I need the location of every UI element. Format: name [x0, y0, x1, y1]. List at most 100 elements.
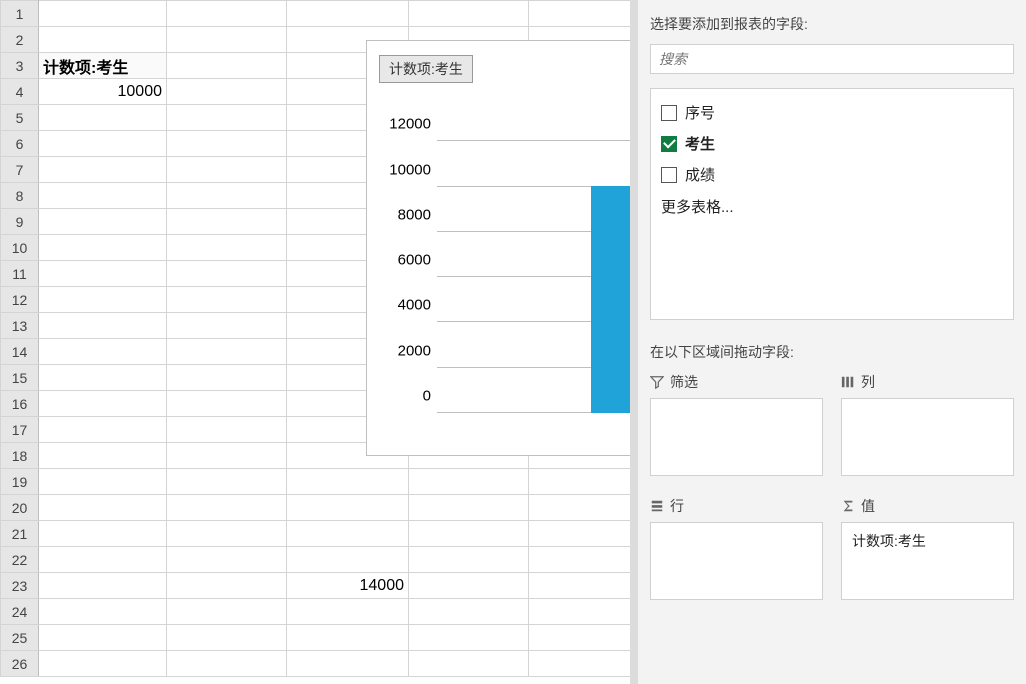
cell[interactable] — [287, 495, 409, 521]
area-values[interactable]: 值 计数项:考生 — [841, 496, 1014, 600]
cell[interactable] — [39, 599, 167, 625]
cell[interactable] — [167, 599, 287, 625]
cell[interactable] — [39, 261, 167, 287]
row-header[interactable]: 23 — [1, 573, 39, 599]
row-header[interactable]: 24 — [1, 599, 39, 625]
cell[interactable] — [167, 53, 287, 79]
cell[interactable] — [409, 573, 529, 599]
cell[interactable] — [167, 391, 287, 417]
cell[interactable] — [287, 469, 409, 495]
row-header[interactable]: 7 — [1, 157, 39, 183]
cell[interactable] — [287, 625, 409, 651]
row-header[interactable]: 20 — [1, 495, 39, 521]
more-tables-link[interactable]: 更多表格... — [661, 190, 1003, 223]
value-field-pill[interactable]: 计数项:考生 — [846, 527, 1009, 555]
cell[interactable] — [167, 417, 287, 443]
field-search-box[interactable] — [650, 44, 1014, 74]
chart-field-button[interactable]: 计数项:考生 — [379, 55, 473, 83]
area-drop-zone[interactable] — [650, 398, 823, 476]
cell[interactable] — [167, 651, 287, 677]
cell[interactable] — [39, 313, 167, 339]
cell[interactable] — [39, 469, 167, 495]
area-filters[interactable]: 筛选 — [650, 372, 823, 476]
row-header[interactable]: 9 — [1, 209, 39, 235]
row-header[interactable]: 21 — [1, 521, 39, 547]
cell[interactable] — [167, 495, 287, 521]
field-item-examinee[interactable]: 考生 — [661, 128, 1003, 159]
cell[interactable] — [39, 183, 167, 209]
cell[interactable] — [287, 521, 409, 547]
pivot-value-cell[interactable]: 10000 — [39, 79, 167, 105]
cell[interactable] — [167, 79, 287, 105]
checkbox-icon[interactable] — [661, 105, 677, 121]
worksheet-area[interactable]: 1 2 3计数项:考生 410000 5 6 7 8 9 10 11 12 13… — [0, 0, 638, 684]
cell[interactable] — [39, 131, 167, 157]
cell[interactable] — [39, 339, 167, 365]
cell[interactable] — [287, 599, 409, 625]
cell[interactable] — [167, 105, 287, 131]
cell[interactable] — [409, 599, 529, 625]
cell[interactable] — [39, 495, 167, 521]
row-header[interactable]: 6 — [1, 131, 39, 157]
cell[interactable] — [39, 521, 167, 547]
row-header[interactable]: 18 — [1, 443, 39, 469]
cell[interactable] — [167, 157, 287, 183]
cell[interactable] — [39, 443, 167, 469]
checkbox-checked-icon[interactable] — [661, 136, 677, 152]
cell[interactable] — [167, 339, 287, 365]
field-list[interactable]: 序号 考生 成绩 更多表格... — [650, 88, 1014, 320]
cell[interactable] — [409, 469, 529, 495]
row-header[interactable]: 17 — [1, 417, 39, 443]
cell[interactable] — [39, 105, 167, 131]
cell[interactable] — [167, 209, 287, 235]
cell[interactable] — [167, 547, 287, 573]
cell[interactable] — [39, 157, 167, 183]
row-header[interactable]: 26 — [1, 651, 39, 677]
row-header[interactable]: 10 — [1, 235, 39, 261]
cell[interactable] — [39, 287, 167, 313]
cell[interactable] — [409, 547, 529, 573]
checkbox-icon[interactable] — [661, 167, 677, 183]
row-header[interactable]: 19 — [1, 469, 39, 495]
cell[interactable] — [167, 131, 287, 157]
cell[interactable] — [167, 625, 287, 651]
row-header[interactable]: 12 — [1, 287, 39, 313]
vertical-scrollbar[interactable] — [622, 0, 630, 684]
cell[interactable] — [39, 417, 167, 443]
cell[interactable] — [39, 651, 167, 677]
cell[interactable] — [39, 235, 167, 261]
cell[interactable] — [167, 261, 287, 287]
cell[interactable] — [287, 1, 409, 27]
cell[interactable] — [167, 521, 287, 547]
cell[interactable] — [409, 651, 529, 677]
cell[interactable] — [39, 547, 167, 573]
cell[interactable] — [287, 547, 409, 573]
cell-extra-value[interactable]: 14000 — [287, 573, 409, 599]
row-header[interactable]: 16 — [1, 391, 39, 417]
row-header[interactable]: 2 — [1, 27, 39, 53]
cell[interactable] — [409, 495, 529, 521]
area-drop-zone[interactable] — [841, 398, 1014, 476]
cell[interactable] — [167, 443, 287, 469]
pivot-header-cell[interactable]: 计数项:考生 — [39, 53, 167, 79]
cell[interactable] — [409, 1, 529, 27]
row-header[interactable]: 15 — [1, 365, 39, 391]
cell[interactable] — [39, 625, 167, 651]
area-rows[interactable]: 行 — [650, 496, 823, 600]
row-header[interactable]: 11 — [1, 261, 39, 287]
row-header[interactable]: 1 — [1, 1, 39, 27]
row-header[interactable]: 14 — [1, 339, 39, 365]
cell[interactable] — [167, 287, 287, 313]
cell[interactable] — [167, 183, 287, 209]
cell[interactable] — [167, 573, 287, 599]
cell[interactable] — [167, 469, 287, 495]
area-drop-zone[interactable] — [650, 522, 823, 600]
row-header[interactable]: 4 — [1, 79, 39, 105]
cell[interactable] — [39, 573, 167, 599]
row-header[interactable]: 13 — [1, 313, 39, 339]
field-item-seq[interactable]: 序号 — [661, 97, 1003, 128]
cell[interactable] — [39, 1, 167, 27]
field-item-score[interactable]: 成绩 — [661, 159, 1003, 190]
area-drop-zone[interactable]: 计数项:考生 — [841, 522, 1014, 600]
cell[interactable] — [39, 27, 167, 53]
